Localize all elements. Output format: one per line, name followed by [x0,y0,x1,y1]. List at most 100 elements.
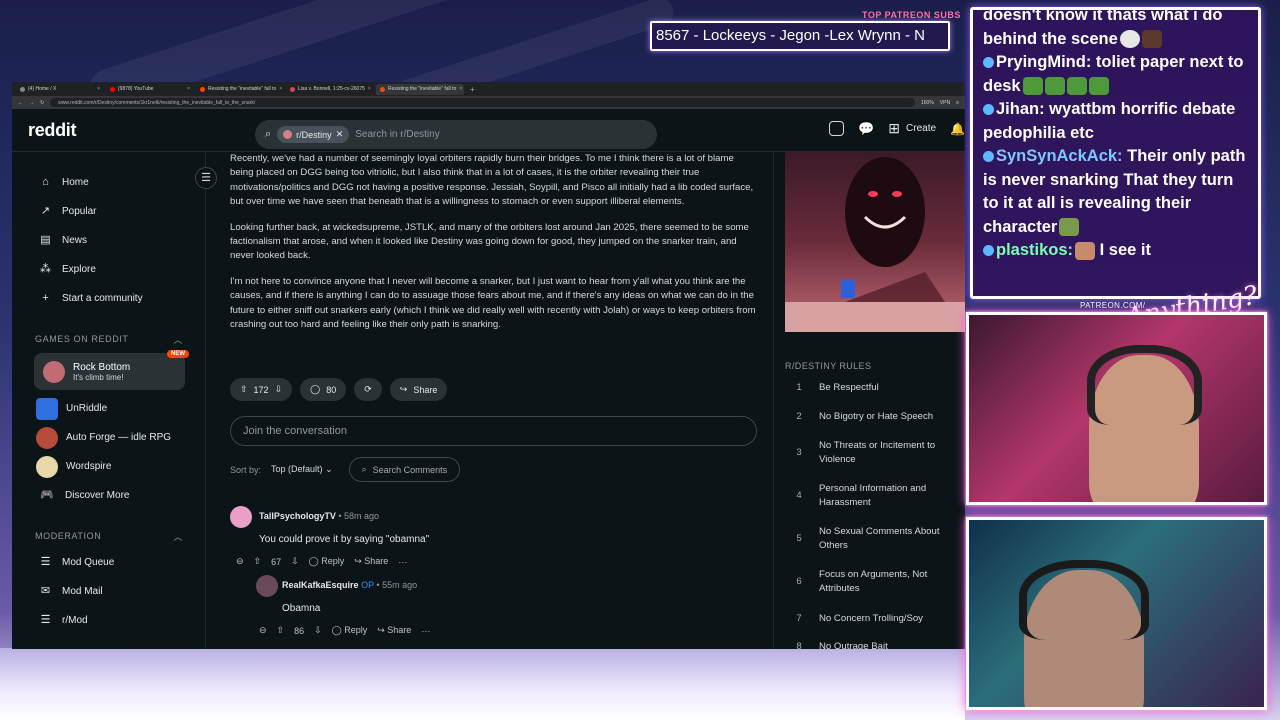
rule-item[interactable]: 7 No Concern Trolling/Soy [785,612,960,626]
vote-count: 172 [253,384,269,395]
nav-home[interactable]: ⌂ Home [12,168,205,197]
search-bar[interactable]: ⌕ r/Destiny ✕ Search in r/Destiny [255,120,657,149]
rule-item[interactable]: 4 Personal Information and Harassment [785,482,960,510]
comment-icon: ◯ [310,384,321,394]
browser-tab[interactable]: Lisa v. Bonnell, 1:25-cv-26075 × [286,84,374,95]
moderation-section-header[interactable]: MODERATION ︿ [12,524,205,548]
gamepad-icon: 🎮 [40,489,54,501]
comment-share-button[interactable]: ↪ Share [377,625,411,636]
collapse-sidebar-button[interactable]: ☰ [195,167,217,189]
close-icon[interactable]: × [97,86,100,92]
nav-mod-mail[interactable]: ✉ Mod Mail [12,577,205,606]
new-tab-icon[interactable]: + [470,85,475,94]
webcam-guest [966,517,1267,710]
sort-dropdown[interactable]: Top (Default) ⌄ [271,464,333,475]
unriddle-icon [36,397,58,420]
game-unriddle[interactable]: UnRiddle [12,394,205,423]
avatar[interactable] [256,575,278,597]
close-icon[interactable]: ✕ [336,129,344,140]
rule-number: 2 [796,411,802,422]
discover-more[interactable]: 🎮 Discover More [12,481,205,510]
reddit-logo[interactable]: reddit [28,120,228,141]
left-sidebar: ⌂ Home ↗ Popular ▤ News ⁂ Explore + Start a c… [12,152,206,649]
nav-mod-queue[interactable]: ☰ Mod Queue [12,548,205,577]
nav-news[interactable]: ▤ News [12,226,205,255]
share-icon: ↪ [399,384,408,394]
chat-badge-icon [983,151,994,163]
chat-username: SynSynAckAck: [996,147,1123,165]
home-icon: ⌂ [42,176,49,188]
comment-time: • 58m ago [338,511,380,521]
game-rock-bottom[interactable]: Rock Bottom It's climb time! NEW [34,350,189,390]
upvote-icon[interactable]: ⇧ [240,384,248,395]
collapse-comment-icon[interactable]: ⊖ [236,556,244,567]
browser-tab[interactable]: Resisting the "inevitable" fall to × [196,84,284,95]
advertise-icon[interactable] [829,121,845,136]
nav-label: r/Mod [62,615,88,626]
more-icon[interactable]: ··· [398,557,407,567]
nav-start-community[interactable]: + Start a community [12,284,205,313]
comment-author[interactable]: TallPsychologyTV [259,511,336,521]
downvote-icon[interactable]: ⇩ [291,556,299,567]
rule-item[interactable]: 5 No Sexual Comments About Others [785,525,960,553]
upvote-icon[interactable]: ⇧ [277,625,285,636]
reply-button[interactable]: ◯ Reply [309,556,345,567]
rule-item[interactable]: 6 Focus on Arguments, Not Attributes [785,568,960,596]
close-icon[interactable]: × [187,86,190,92]
downvote-icon[interactable]: ⇩ [275,384,283,395]
nav-explore[interactable]: ⁂ Explore [12,255,205,284]
reload-icon[interactable]: ↻ [40,100,44,106]
url-field[interactable]: www.reddit.com/r/Destiny/comments/1kr1ne… [50,98,915,107]
rule-text: No Threats or Incitement to Violence [819,440,936,465]
rule-item[interactable]: 2 No Bigotry or Hate Speech [785,410,960,424]
share-button[interactable]: ↪ Share [389,378,448,401]
search-placeholder[interactable]: Search in r/Destiny [355,129,439,140]
join-conversation-input[interactable]: Join the conversation [230,416,757,446]
rule-item[interactable]: 3 No Threats or Incitement to Violence [785,439,960,467]
crosspost-button[interactable]: ⟳ [354,378,382,401]
mod-icon: ☰ [40,614,51,626]
zoom-level[interactable]: 160% [921,100,934,106]
search-comments-button[interactable]: ⌕ Search Comments [348,457,461,482]
game-wordspire[interactable]: Wordspire [12,452,205,481]
x-icon [20,86,25,92]
forward-icon[interactable]: → [29,100,34,106]
collapse-comment-icon[interactable]: ⊖ [259,625,267,636]
subreddit-chip[interactable]: r/Destiny ✕ [277,126,350,143]
reply-button[interactable]: ◯ Reply [332,625,368,636]
chat-icon[interactable]: 💬 [858,121,874,137]
nav-popular[interactable]: ↗ Popular [12,197,205,226]
news-icon: ▤ [40,234,51,246]
close-icon[interactable]: × [459,86,462,92]
browser-tab-active[interactable]: Resisting the "inevitable" fall to × [376,83,464,95]
games-section-header[interactable]: GAMES ON REDDIT ︿ [12,327,205,351]
create-button[interactable]: ⊞ Create [888,120,936,137]
vpn-button[interactable]: VPN [940,100,950,106]
browser-tab[interactable]: (9878) YouTube × [106,84,194,95]
section-title: GAMES ON REDDIT [35,334,129,344]
rule-item[interactable]: 8 No Outrage Bait [785,640,960,649]
upvote-icon[interactable]: ⇧ [254,556,262,567]
notification-icon[interactable]: 🔔 [950,122,965,136]
avatar[interactable] [230,506,252,528]
menu-icon[interactable]: ≡ [956,100,959,106]
browser-tab[interactable]: (4) Home / X × [16,84,104,95]
more-icon[interactable]: ··· [421,626,430,636]
emote-icon [1066,77,1087,96]
comment-author[interactable]: RealKafkaEsquire [282,580,359,590]
comments-button[interactable]: ◯ 80 [300,378,347,401]
comment-share-button[interactable]: ↪ Share [354,556,388,567]
back-icon[interactable]: ← [18,100,23,106]
game-label: Discover More [65,490,130,501]
close-icon[interactable]: × [279,86,282,92]
chat-message: Jihan: wyattbm horrific debate pedophili… [983,98,1248,145]
rule-text: No Outrage Bait [819,641,888,649]
rule-item[interactable]: 1 Be Respectful [785,381,960,395]
downvote-icon[interactable]: ⇩ [314,625,322,636]
game-label: UnRiddle [66,403,108,414]
header-actions: 💬 ⊞ Create 🔔 [829,120,965,137]
close-icon[interactable]: × [368,86,371,92]
game-auto-forge[interactable]: Auto Forge — idle RPG [12,423,205,452]
comment-time-text: 58m ago [344,511,380,521]
nav-r-mod[interactable]: ☰ r/Mod [12,606,205,635]
